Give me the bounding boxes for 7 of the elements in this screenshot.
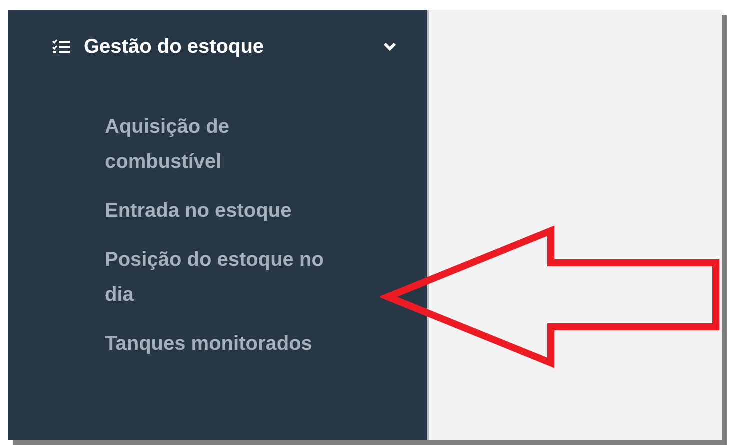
menu-group[interactable]: Gestão do estoque — [8, 10, 427, 84]
menu-item[interactable]: Posição do estoque no dia — [105, 243, 337, 313]
menu-item[interactable]: Entrada no estoque — [105, 194, 337, 229]
chevron-icon — [383, 42, 397, 52]
menu-item[interactable]: Aquisição de combustível — [105, 110, 337, 180]
checklist-icon — [52, 39, 70, 55]
menu-item[interactable]: Tanques monitorados — [105, 327, 337, 362]
